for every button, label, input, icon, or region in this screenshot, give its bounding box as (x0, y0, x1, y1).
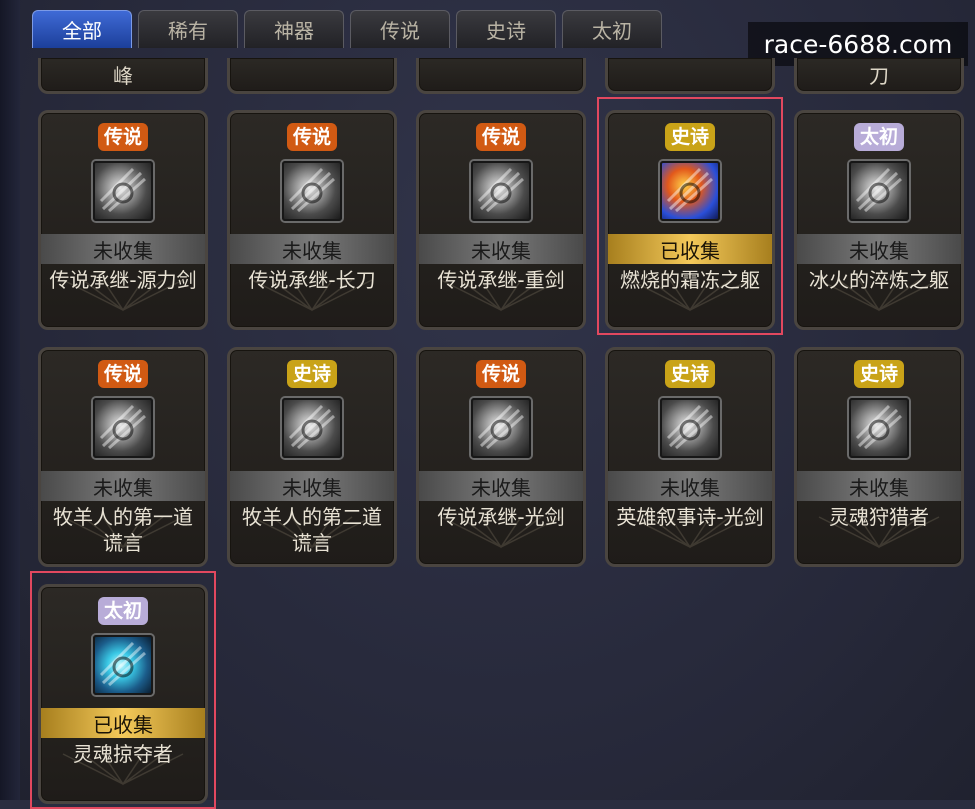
soul-hunter-icon (849, 398, 909, 458)
partial-card[interactable]: 峰 (38, 58, 208, 94)
item-card[interactable]: 传说未收集传说承继-光剑 (416, 347, 586, 567)
collection-status: 未收集 (608, 471, 772, 501)
collection-status: 未收集 (230, 234, 394, 264)
ice-fire-icon (849, 161, 909, 221)
tab-epic[interactable]: 史诗 (456, 10, 556, 48)
shepherd-second-icon (282, 398, 342, 458)
partial-card-label: 峰 (113, 64, 133, 88)
item-name: 传说承继-长刀 (248, 268, 376, 292)
left-edge-panel (0, 0, 21, 800)
rarity-badge: 史诗 (853, 360, 905, 388)
shepherd-first-icon (93, 398, 153, 458)
partial-card[interactable] (416, 58, 586, 94)
item-card[interactable]: 太初未收集冰火的淬炼之躯 (794, 110, 964, 330)
sword-relic-icon (93, 161, 153, 221)
longblade-relic-icon (282, 161, 342, 221)
collection-status: 未收集 (419, 471, 583, 501)
item-card[interactable]: 史诗未收集牧羊人的第二道谎言 (227, 347, 397, 567)
tab-artifact[interactable]: 神器 (244, 10, 344, 48)
greatsword-relic-icon (471, 161, 531, 221)
tab-primordial[interactable]: 太初 (562, 10, 662, 48)
item-card[interactable]: 传说未收集牧羊人的第一道谎言 (38, 347, 208, 567)
rarity-badge: 太初 (853, 123, 905, 151)
rarity-badge: 传说 (97, 360, 149, 388)
collection-status: 未收集 (797, 471, 961, 501)
rarity-badge: 史诗 (664, 360, 716, 388)
collection-status: 未收集 (230, 471, 394, 501)
partial-card[interactable]: 刀 (794, 58, 964, 94)
partial-card[interactable] (227, 58, 397, 94)
tab-bar: 全部 稀有 神器 传说 史诗 太初 (32, 10, 662, 50)
item-card[interactable]: 传说未收集传说承继-源力剑 (38, 110, 208, 330)
collection-status: 未收集 (419, 234, 583, 264)
collection-status: 未收集 (41, 471, 205, 501)
item-name: 传说承继-重剑 (437, 268, 565, 292)
partial-card-label: 刀 (869, 64, 889, 88)
hero-ballad-icon (660, 398, 720, 458)
highlight-frame (597, 97, 783, 335)
rarity-badge: 传说 (286, 123, 338, 151)
tab-rare[interactable]: 稀有 (138, 10, 238, 48)
rarity-badge: 史诗 (286, 360, 338, 388)
lightsword-relic-icon (471, 398, 531, 458)
rarity-badge: 传说 (475, 360, 527, 388)
collection-status: 未收集 (41, 234, 205, 264)
item-name: 牧羊人的第二道谎言 (242, 505, 382, 555)
item-card[interactable]: 传说未收集传说承继-重剑 (416, 110, 586, 330)
rarity-badge: 传说 (475, 123, 527, 151)
item-name: 传说承继-源力剑 (49, 268, 197, 292)
item-name: 牧羊人的第一道谎言 (53, 505, 193, 555)
item-name: 英雄叙事诗-光剑 (616, 505, 764, 529)
rarity-badge: 传说 (97, 123, 149, 151)
item-card[interactable]: 史诗未收集灵魂狩猎者 (794, 347, 964, 567)
partial-card[interactable] (605, 58, 775, 94)
collection-status: 未收集 (797, 234, 961, 264)
tab-legendary[interactable]: 传说 (350, 10, 450, 48)
item-name: 传说承继-光剑 (437, 505, 565, 529)
highlight-frame (30, 571, 216, 809)
item-name: 灵魂狩猎者 (829, 505, 929, 529)
item-name: 冰火的淬炼之躯 (809, 268, 949, 292)
tab-all[interactable]: 全部 (32, 10, 132, 48)
item-card[interactable]: 传说未收集传说承继-长刀 (227, 110, 397, 330)
item-card[interactable]: 史诗未收集英雄叙事诗-光剑 (605, 347, 775, 567)
